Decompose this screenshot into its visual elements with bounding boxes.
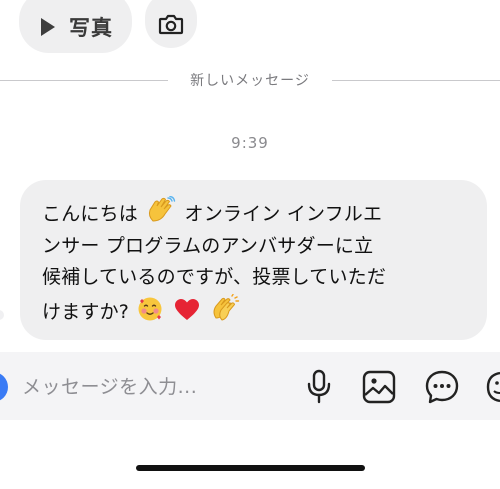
- divider-line-right: [332, 80, 500, 81]
- message-line-2: ンサー プログラムのアンバサダーに立: [42, 234, 374, 257]
- new-messages-label: 新しいメッセージ: [190, 73, 310, 89]
- avatar-edge: [0, 310, 4, 320]
- image-icon[interactable]: [362, 370, 396, 404]
- camera-shortcut-button[interactable]: [0, 372, 8, 402]
- sticker-icon[interactable]: [486, 371, 500, 403]
- red-heart-icon: [174, 298, 199, 320]
- divider-line-left: [0, 80, 168, 81]
- new-messages-divider: 新しいメッセージ: [0, 70, 500, 92]
- smiling-face-with-hearts-icon: [138, 297, 162, 320]
- photo-label: 写真: [69, 15, 113, 40]
- home-indicator: [136, 465, 365, 471]
- microphone-icon[interactable]: [306, 369, 332, 405]
- message-line-4: けますか?: [42, 300, 130, 323]
- camera-icon: [158, 14, 184, 35]
- message-line-1b: オンライン インフルエ: [184, 203, 383, 225]
- message-line-1a: こんにちは: [42, 203, 139, 225]
- play-icon: [41, 17, 55, 36]
- message-composer: メッセージを入力...: [0, 352, 500, 420]
- waving-hand-icon: [149, 196, 176, 222]
- message-text: こんにちは オンライン インフルエ ンサー プログラムのアンバサダーに立 候補し…: [42, 196, 469, 328]
- message-timestamp: 9:39: [231, 134, 269, 152]
- message-input[interactable]: メッセージを入力...: [22, 372, 197, 399]
- message-line-3: 候補しているのですが、投票していただ: [42, 266, 387, 288]
- message-bubble[interactable]: こんにちは オンライン インフルエ ンサー プログラムのアンバサダーに立 候補し…: [20, 180, 487, 340]
- clapping-hands-icon: [213, 293, 240, 321]
- chat-bubble-icon[interactable]: [424, 369, 460, 405]
- photo-button[interactable]: 写真: [19, 0, 132, 53]
- camera-button[interactable]: [145, 0, 197, 48]
